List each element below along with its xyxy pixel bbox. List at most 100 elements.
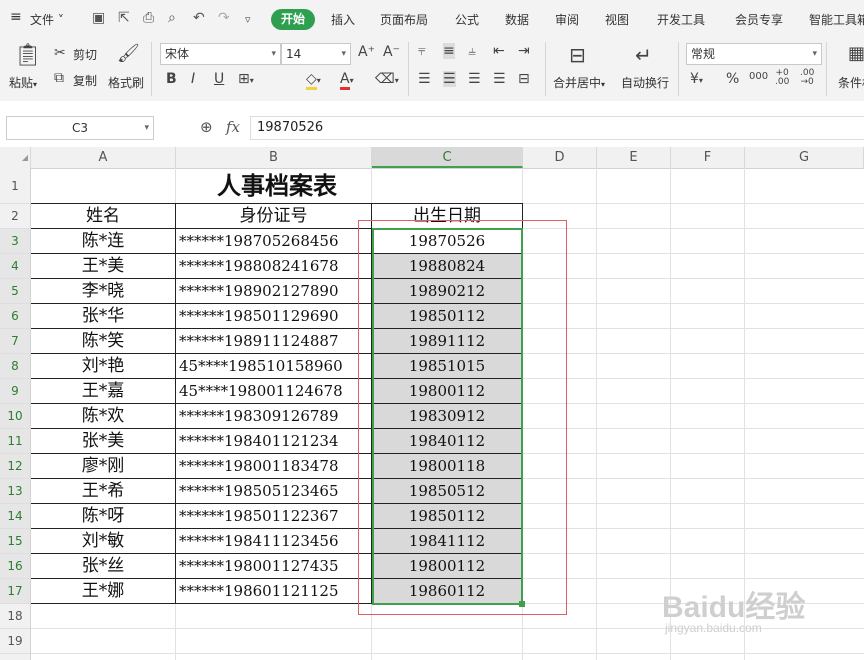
save-icon[interactable]: ▣ [92,10,105,26]
hamburger-menu-icon[interactable]: ≡ [10,9,22,25]
zoom-formula-icon[interactable]: ⊕ [200,118,213,136]
thousands-separator-icon[interactable]: 000 [749,71,768,82]
italic-icon[interactable]: I [191,71,195,87]
cut-button[interactable]: 剪切 [73,46,97,63]
underline-icon[interactable]: U [214,71,224,87]
font-color-icon[interactable]: A▾ [340,71,354,90]
row-header[interactable]: 14 [0,504,31,529]
merge-center-icon[interactable]: ⊟ [569,43,586,67]
wrap-text-button[interactable]: 自动换行 [621,74,669,91]
id-number-cell[interactable]: ******198401121234 [176,429,372,454]
borders-icon[interactable]: ⊞▾ [238,71,254,87]
currency-icon[interactable]: ¥▾ [690,71,703,87]
row-header[interactable]: 9 [0,379,31,404]
id-number-cell[interactable]: ******198808241678 [176,254,372,279]
id-number-cell[interactable]: 45****198510158960 [176,354,372,379]
id-number-cell[interactable]: ******198505123465 [176,479,372,504]
align-right-icon[interactable]: ☰ [468,71,481,87]
copy-icon[interactable]: ⧉ [54,70,64,86]
name-cell[interactable]: 王*嘉 [31,379,176,404]
conditional-format-icon[interactable]: ▦ [848,43,864,64]
print-preview-icon[interactable]: ⌕ [168,10,176,26]
name-cell[interactable]: 李*晓 [31,279,176,304]
print-icon[interactable]: ⎙ [143,10,154,26]
align-top-icon[interactable]: ⫧ [418,43,426,59]
align-bottom-icon[interactable]: ⫨ [468,43,476,59]
row-header[interactable]: 7 [0,329,31,354]
tab-review[interactable]: 审阅 [555,11,579,28]
row-header[interactable]: 4 [0,254,31,279]
fill-color-icon[interactable]: ◇▾ [306,71,321,90]
font-size-select[interactable]: 14 ▾ [281,43,351,65]
column-header-f[interactable]: F [671,147,745,168]
export-icon[interactable]: ⇱ [118,10,130,26]
row-header[interactable]: 11 [0,429,31,454]
conditional-format-button[interactable]: 条件格式 [838,74,864,91]
table-header-cell[interactable]: 身份证号 [176,204,372,229]
name-cell[interactable]: 张*丝 [31,554,176,579]
row-header[interactable]: 8 [0,354,31,379]
format-painter-icon[interactable]: 🖌︎ [117,43,140,64]
insert-function-icon[interactable]: fx [226,118,240,136]
formula-input[interactable]: 19870526 [250,116,864,140]
tab-insert[interactable]: 插入 [331,11,355,28]
row-header[interactable]: 3 [0,229,31,254]
row-header[interactable]: 5 [0,279,31,304]
decrease-decimal-icon[interactable]: .00 →0 [800,69,814,87]
tab-home[interactable]: 开始 [271,9,315,30]
align-middle-icon[interactable]: ≡ [443,43,455,59]
row-header[interactable]: 10 [0,404,31,429]
increase-indent-icon[interactable]: ⇥ [518,43,530,59]
increase-font-icon[interactable]: A⁺ [358,44,375,60]
name-cell[interactable]: 陈*呀 [31,504,176,529]
row-header[interactable]: 20 [0,654,31,660]
tab-formulas[interactable]: 公式 [455,11,479,28]
id-number-cell[interactable]: 45****198001124678 [176,379,372,404]
name-cell[interactable]: 廖*刚 [31,454,176,479]
name-cell[interactable]: 刘*艳 [31,354,176,379]
id-number-cell[interactable]: ******198411123456 [176,529,372,554]
cut-icon[interactable]: ✂ [54,45,66,61]
tab-page-layout[interactable]: 页面布局 [380,11,428,28]
tab-data[interactable]: 数据 [505,11,529,28]
decrease-font-icon[interactable]: A⁻ [383,44,400,60]
name-box[interactable]: C3 ▾ [6,116,154,140]
sheet-title-cell[interactable]: 人事档案表 [31,168,523,204]
row-header[interactable]: 18 [0,604,31,629]
row-header[interactable]: 15 [0,529,31,554]
align-left-icon[interactable]: ☰ [418,71,431,87]
font-name-select[interactable]: 宋体 ▾ [160,43,281,65]
increase-decimal-icon[interactable]: +0.00 [775,69,789,87]
copy-button[interactable]: 复制 [73,72,97,89]
name-cell[interactable]: 陈*欢 [31,404,176,429]
tab-member[interactable]: 会员专享 [735,11,783,28]
wrap-text-icon[interactable]: ↵ [635,43,652,67]
merge-center-button[interactable]: 合并居中▾ [553,74,605,91]
redo-icon[interactable]: ↷ [218,10,230,26]
format-painter-button[interactable]: 格式刷 [108,74,144,91]
file-menu[interactable]: 文件 ˅ [30,11,64,28]
name-cell[interactable]: 王*希 [31,479,176,504]
row-header[interactable]: 1 [0,168,31,204]
undo-icon[interactable]: ↶ [193,10,205,26]
table-header-cell[interactable]: 姓名 [31,204,176,229]
distributed-align-icon[interactable]: ⊟ [518,71,530,87]
id-number-cell[interactable]: ******198001183478 [176,454,372,479]
number-format-select[interactable]: 常规 ▾ [686,43,822,65]
decrease-indent-icon[interactable]: ⇤ [493,43,505,59]
name-cell[interactable]: 刘*敏 [31,529,176,554]
column-header-d[interactable]: D [523,147,597,168]
row-header[interactable]: 6 [0,304,31,329]
align-center-icon[interactable]: ☰ [443,71,456,87]
id-number-cell[interactable]: ******198309126789 [176,404,372,429]
paste-button[interactable]: 粘贴▾ [9,74,37,91]
id-number-cell[interactable]: ******198501122367 [176,504,372,529]
id-number-cell[interactable]: ******198911124887 [176,329,372,354]
tab-smart-toolbox[interactable]: 智能工具箱 [809,11,864,28]
id-number-cell[interactable]: ******198902127890 [176,279,372,304]
row-header[interactable]: 16 [0,554,31,579]
column-header-a[interactable]: A [31,147,176,168]
name-cell[interactable]: 王*娜 [31,579,176,604]
percent-icon[interactable]: % [726,71,739,87]
column-header-g[interactable]: G [745,147,864,168]
